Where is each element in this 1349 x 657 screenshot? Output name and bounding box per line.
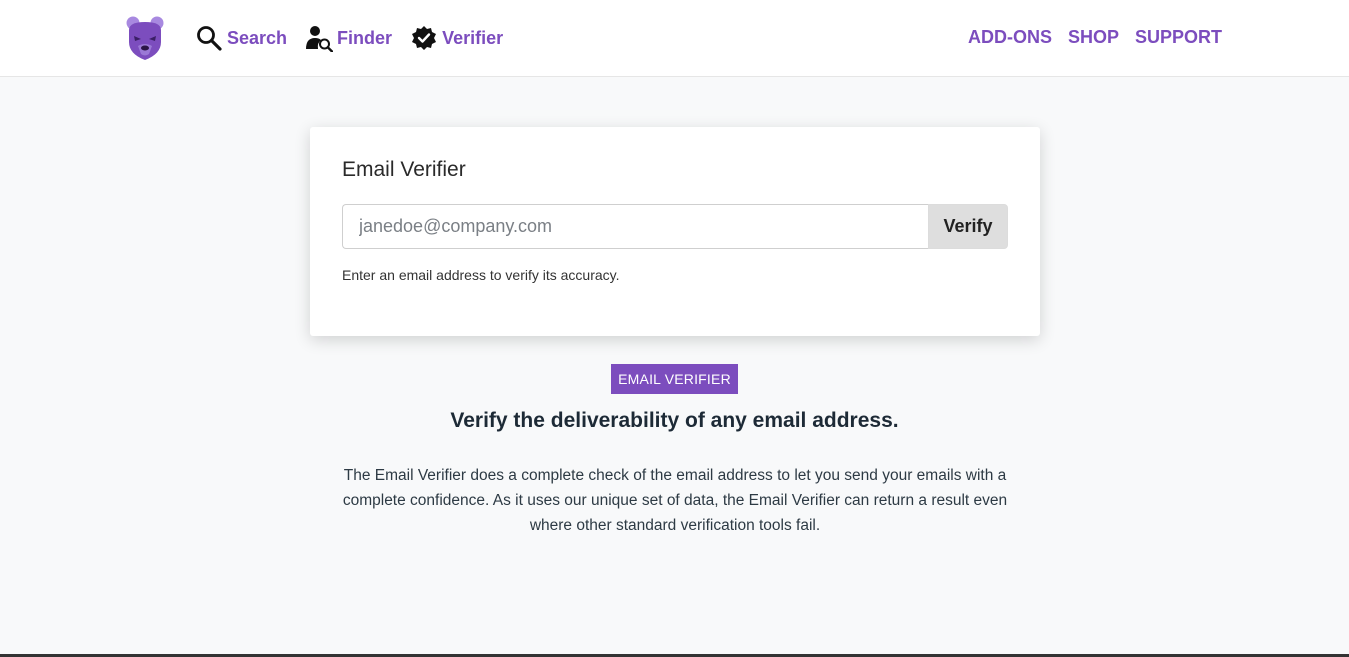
verify-button[interactable]: Verify (928, 204, 1008, 249)
nav-verifier-label: Verifier (442, 27, 504, 48)
brand-logo[interactable] (125, 14, 165, 62)
person-search-icon (305, 24, 334, 52)
primary-nav: Search Finder Verifier (195, 22, 521, 54)
email-verifier-card: Email Verifier Verify Enter an email add… (310, 127, 1040, 336)
nav-add-ons[interactable]: ADD-ONS (968, 27, 1052, 48)
secondary-nav: ADD-ONS SHOP SUPPORT (952, 27, 1222, 48)
nav-finder-label: Finder (337, 27, 393, 48)
nav-shop[interactable]: SHOP (1068, 27, 1119, 48)
bear-logo-icon (126, 16, 164, 60)
nav-search-label: Search (227, 27, 288, 48)
nav-finder[interactable]: Finder (305, 24, 392, 52)
email-input-group: Verify (342, 204, 1008, 249)
section-description: The Email Verifier does a complete check… (342, 467, 1008, 534)
card-title: Email Verifier (342, 158, 466, 181)
section-badge: EMAIL VERIFIER (611, 364, 738, 394)
top-navbar: Search Finder Verifier ADD-ONS SHOP SUPP… (0, 0, 1349, 77)
nav-search[interactable]: Search (195, 24, 287, 52)
nav-support[interactable]: SUPPORT (1135, 27, 1222, 48)
nav-verifier[interactable]: Verifier (410, 24, 503, 52)
search-icon (195, 24, 223, 52)
input-hint: Enter an email address to verify its acc… (342, 267, 620, 283)
section-headline: Verify the deliverability of any email a… (450, 409, 899, 432)
verified-badge-icon (410, 24, 438, 52)
email-input[interactable] (342, 204, 928, 249)
